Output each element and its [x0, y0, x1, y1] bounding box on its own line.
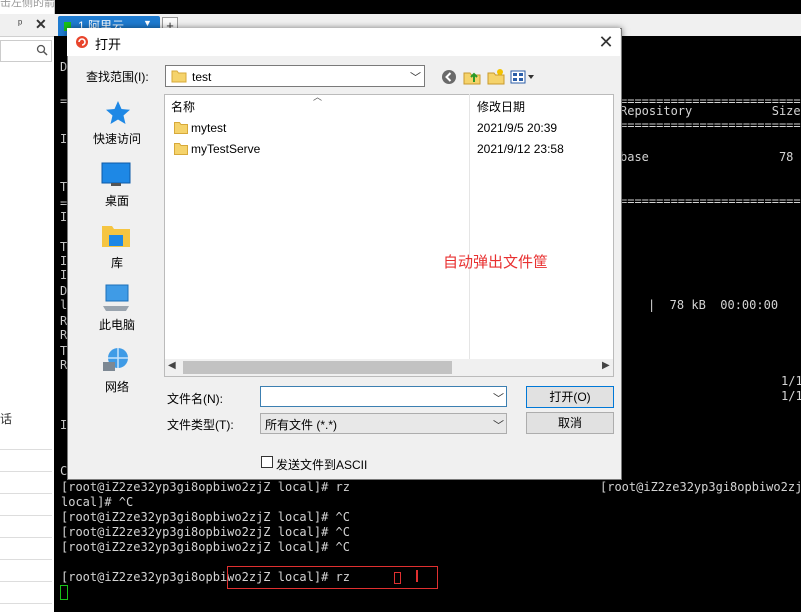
list-item[interactable] [0, 450, 52, 472]
folder-icon [174, 122, 188, 134]
column-header-date[interactable]: 修改日期 [477, 98, 525, 115]
file-name[interactable]: myTestServe [191, 142, 260, 156]
place-quick-access[interactable]: 快速访问 [74, 130, 160, 147]
pin-icon[interactable]: ᵖ [18, 18, 22, 30]
terminal-prompt-line: [root@iZ2ze32yp3gi8opbiwo2zjZ local]# ^C [61, 525, 350, 539]
folder-icon [171, 70, 187, 83]
panel-hint-text: 击左侧的箭头按钮。 [0, 0, 54, 8]
filename-input[interactable] [260, 386, 507, 407]
file-list[interactable] [164, 94, 614, 377]
library-icon[interactable] [101, 222, 131, 248]
filename-label: 文件名(N): [167, 392, 223, 406]
terminal-line: 1/1 [781, 374, 801, 388]
place-this-pc[interactable]: 此电脑 [74, 316, 160, 333]
list-item[interactable] [0, 428, 52, 450]
scrollbar-thumb[interactable] [183, 361, 452, 374]
terminal-line: Repository Size [620, 104, 801, 118]
folder-icon [174, 143, 188, 155]
ascii-label[interactable]: 发送文件到ASCII [276, 456, 367, 473]
chevron-down-icon[interactable]: ﹀ [493, 390, 504, 406]
terminal-prompt-line: [root@iZ2ze32yp3gi8opbiwo2zjZ local]# rz [61, 480, 350, 494]
star-icon[interactable] [104, 100, 132, 126]
terminal-line: ========================== [620, 118, 801, 132]
terminal-prompt-line: [root@iZ2ze32yp3gi8opbiwo2zjZ [600, 480, 801, 494]
list-item[interactable] [0, 582, 52, 604]
close-icon[interactable]: ✕ [596, 32, 616, 53]
annotation-highlight-box [227, 566, 438, 589]
look-in-value: test [192, 70, 212, 84]
chevron-down-icon[interactable]: ▼ [143, 18, 152, 28]
desktop-icon[interactable] [101, 162, 131, 188]
app-swirl-icon [76, 36, 88, 48]
terminal-prompt-line: local]# ^C [61, 495, 134, 509]
list-item[interactable] [0, 538, 52, 560]
search-icon[interactable] [36, 44, 48, 56]
file-date: 2021/9/5 20:39 [477, 121, 558, 135]
terminal-prompt-line: [root@iZ2ze32yp3gi8opbiwo2zjZ local]# ^C [61, 510, 350, 524]
look-in-label: 查找范围(I): [86, 70, 149, 84]
list-item[interactable] [0, 560, 52, 582]
list-item[interactable] [0, 516, 52, 538]
scroll-right-icon[interactable]: ▶ [602, 360, 610, 371]
chevron-down-icon[interactable]: ﹀ [410, 69, 421, 85]
terminal-cursor [60, 585, 68, 600]
annotation-note: 自动弹出文件筐 [443, 254, 549, 271]
ascii-checkbox[interactable] [261, 456, 273, 468]
up-folder-icon[interactable] [463, 68, 481, 86]
place-library[interactable]: 库 [74, 254, 160, 271]
back-icon[interactable] [440, 68, 458, 86]
network-icon[interactable] [101, 346, 131, 374]
terminal-line: base 78 k [620, 150, 801, 164]
new-folder-icon[interactable] [487, 68, 505, 86]
place-network[interactable]: 网络 [74, 378, 160, 395]
file-name[interactable]: mytest [191, 121, 226, 135]
file-date: 2021/9/12 23:58 [477, 142, 564, 156]
column-header-name[interactable]: 名称 [171, 98, 195, 115]
terminal-line: 1/1 [781, 389, 801, 403]
scroll-left-icon[interactable]: ◀ [168, 360, 176, 371]
terminal-line: | 78 kB 00:00:00 [648, 298, 779, 312]
open-button[interactable]: 打开(O) [526, 386, 614, 408]
place-desktop[interactable]: 桌面 [74, 192, 160, 209]
terminal-line: ========================== [620, 194, 801, 208]
dialog-title-bar[interactable] [67, 28, 620, 56]
places-sidebar [74, 94, 160, 452]
view-menu-icon[interactable] [510, 68, 536, 86]
annotation-marker [416, 570, 418, 582]
dialog-title: 打开 [95, 37, 122, 52]
list-item[interactable] [0, 494, 52, 516]
list-item[interactable] [0, 472, 52, 494]
chevron-down-icon[interactable]: ﹀ [493, 417, 504, 433]
close-panel-icon[interactable]: ✕ [35, 16, 47, 33]
column-divider[interactable] [469, 94, 470, 360]
sort-ascending-icon: ︿ [313, 92, 323, 102]
computer-icon[interactable] [101, 284, 131, 312]
filetype-value: 所有文件 (*.*) [265, 418, 338, 432]
panel-row-label: 话 [0, 412, 13, 426]
annotation-marker [394, 572, 401, 584]
terminal-prompt-line: [root@iZ2ze32yp3gi8opbiwo2zjZ local]# ^C [61, 540, 350, 554]
cancel-button[interactable]: 取消 [526, 412, 614, 434]
filetype-label: 文件类型(T): [167, 418, 234, 432]
